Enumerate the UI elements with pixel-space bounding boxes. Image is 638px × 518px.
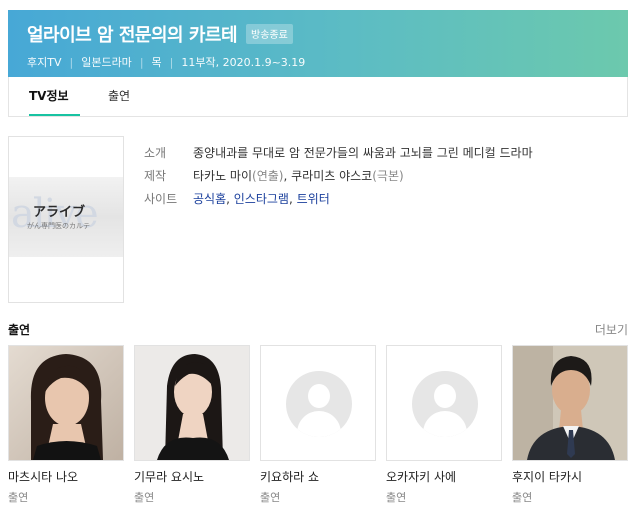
production-value: 타카노 마이(연출), 쿠라미츠 야스코(극본) <box>193 169 404 183</box>
cast-photo <box>512 345 628 461</box>
cast-photo <box>260 345 376 461</box>
meta-separator: | <box>169 55 174 69</box>
cast-role: 출연 <box>8 491 29 504</box>
cast-name: 기무라 요시노 <box>134 470 205 484</box>
actress-photo-icon <box>135 346 249 460</box>
default-profile-icon <box>412 371 478 437</box>
production-label: 제작 <box>144 169 167 183</box>
cast-item[interactable]: 오카자키 사에 출연 <box>386 345 502 505</box>
meta-separator: | <box>69 55 74 69</box>
actress-photo-icon <box>9 346 123 460</box>
meta-episodes: 11부작, 2020.1.9~3.19 <box>181 56 306 69</box>
program-poster[interactable]: alive アライブ がん専門医のカルテ <box>8 136 124 303</box>
poster-subtitle: がん専門医のカルテ <box>27 222 90 230</box>
intro-label: 소개 <box>144 146 167 160</box>
poster-image: alive アライブ がん専門医のカルテ <box>9 177 123 257</box>
cast-name: 오카자키 사에 <box>386 470 457 484</box>
more-link[interactable]: 더보기 <box>595 321 628 338</box>
cast-role: 출연 <box>260 491 281 504</box>
info-row-intro: 소개 종양내과를 무대로 암 전문가들의 싸움과 고뇌를 그린 메디컬 드라마 <box>144 141 533 164</box>
program-title: 얼라이브 암 전문의의 카르테 <box>27 25 238 46</box>
status-badge: 방송종료 <box>246 24 293 44</box>
program-header: 얼라이브 암 전문의의 카르테 방송종료 후지TV | 일본드라마 | 목 | … <box>8 10 628 77</box>
writer-name: 쿠라미츠 야스코 <box>291 169 373 183</box>
cast-role: 출연 <box>134 491 155 504</box>
cast-photo <box>386 345 502 461</box>
director-role: (연출) <box>252 169 284 183</box>
program-meta: 후지TV | 일본드라마 | 목 | 11부작, 2020.1.9~3.19 <box>27 54 628 70</box>
official-site-link[interactable]: 공식홈 <box>193 192 226 206</box>
tab-cast[interactable]: 출연 <box>108 87 130 104</box>
twitter-link[interactable]: 트위터 <box>297 192 330 206</box>
info-row-production: 제작 타카노 마이(연출), 쿠라미츠 야스코(극본) <box>144 164 533 187</box>
title-row: 얼라이브 암 전문의의 카르테 방송종료 <box>27 22 628 46</box>
cast-item[interactable]: 기무라 요시노 출연 <box>134 345 250 505</box>
instagram-link[interactable]: 인스타그램 <box>234 192 289 206</box>
cast-section-title: 출연 <box>8 323 31 337</box>
writer-role: (극본) <box>372 169 404 183</box>
cast-name: 후지이 타카시 <box>512 470 583 484</box>
cast-role: 출연 <box>386 491 407 504</box>
cast-name: 키요하라 쇼 <box>260 470 320 484</box>
meta-channel: 후지TV <box>27 56 62 69</box>
program-info: 소개 종양내과를 무대로 암 전문가들의 싸움과 고뇌를 그린 메디컬 드라마 … <box>144 141 533 210</box>
poster-title: アライブ <box>33 205 86 220</box>
cast-photo <box>134 345 250 461</box>
site-label: 사이트 <box>144 192 178 206</box>
tab-tv-info[interactable]: TV정보 <box>29 87 69 104</box>
cast-name: 마츠시타 나오 <box>8 470 79 484</box>
tab-bar: TV정보 출연 <box>8 77 628 117</box>
meta-separator: | <box>139 55 144 69</box>
cast-item[interactable]: 후지이 타카시 출연 <box>512 345 628 505</box>
site-links: 공식홈, 인스타그램, 트위터 <box>193 192 330 206</box>
cast-photo <box>8 345 124 461</box>
default-profile-icon <box>286 371 352 437</box>
cast-item[interactable]: 마츠시타 나오 출연 <box>8 345 124 505</box>
active-tab-indicator <box>29 114 80 116</box>
meta-genre: 일본드라마 <box>81 56 132 69</box>
actor-photo-icon <box>513 346 627 460</box>
meta-day: 목 <box>151 56 162 69</box>
info-row-site: 사이트 공식홈, 인스타그램, 트위터 <box>144 187 533 210</box>
intro-value: 종양내과를 무대로 암 전문가들의 싸움과 고뇌를 그린 메디컬 드라마 <box>193 146 533 160</box>
cast-role: 출연 <box>512 491 533 504</box>
director-name: 타카노 마이 <box>193 169 253 183</box>
cast-item[interactable]: 키요하라 쇼 출연 <box>260 345 376 505</box>
